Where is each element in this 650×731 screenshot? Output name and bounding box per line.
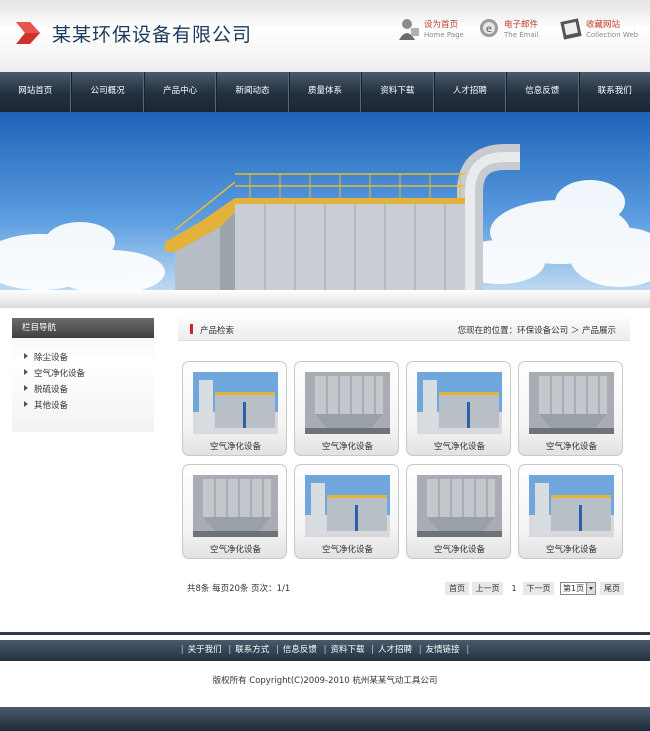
next-page-button[interactable]: 下一页 xyxy=(523,582,554,595)
footer-link-contact[interactable]: 联系方式 xyxy=(235,645,269,655)
footer-link-jobs[interactable]: 人才招聘 xyxy=(378,645,412,655)
product-name: 空气净化设备 xyxy=(209,442,261,452)
sidebar-title: 栏目导航 xyxy=(12,318,154,338)
sidebar-item-other[interactable]: 其他设备 xyxy=(24,398,154,414)
bullet-icon xyxy=(24,401,28,407)
nav-item-home[interactable]: 网站首页 xyxy=(0,72,72,112)
footer-link-about[interactable]: 关于我们 xyxy=(188,645,222,655)
header: 某某环保设备有限公司 设为首页 Home Page e 电子邮件 The Ema… xyxy=(0,0,650,72)
content-title: 产品检索 xyxy=(200,326,235,336)
product-card[interactable]: 空气净化设备 xyxy=(182,464,287,559)
product-image xyxy=(305,475,390,537)
product-card[interactable]: 空气净化设备 xyxy=(518,361,623,456)
product-image xyxy=(417,475,502,537)
product-name: 空气净化设备 xyxy=(321,545,373,555)
product-card[interactable]: 空气净化设备 xyxy=(518,464,623,559)
site-title: 某某环保设备有限公司 xyxy=(52,24,253,46)
sidebar-item-dust-removal[interactable]: 除尘设备 xyxy=(24,350,154,366)
product-card[interactable]: 空气净化设备 xyxy=(182,361,287,456)
copyright: 版权所有 Copyright(C)2009-2010 杭州某某气动工具公司 xyxy=(212,676,438,686)
product-image xyxy=(417,372,502,434)
sidebar: 栏目导航 除尘设备 空气净化设备 脱硫设备 其他设备 xyxy=(12,318,154,432)
product-name: 空气净化设备 xyxy=(433,545,485,555)
nav-item-jobs[interactable]: 人才招聘 xyxy=(433,72,507,112)
breadcrumb: 您现在的位置：环保设备公司 ＞ 产品展示 xyxy=(457,326,616,336)
page-info: 共8条 每页20条 页次：1/1 xyxy=(187,584,291,594)
product-card[interactable]: 空气净化设备 xyxy=(294,464,399,559)
product-card[interactable]: 空气净化设备 xyxy=(406,361,511,456)
sidebar-item-desulfurization[interactable]: 脱硫设备 xyxy=(24,382,154,398)
nav-item-products[interactable]: 产品中心 xyxy=(143,72,217,112)
main-nav: 网站首页 公司概况 产品中心 新闻动态 质量体系 资料下载 人才招聘 信息反馈 … xyxy=(0,72,650,112)
banner-image xyxy=(0,112,650,308)
footer-bar xyxy=(0,707,650,731)
product-name: 空气净化设备 xyxy=(209,545,261,555)
product-image xyxy=(193,372,278,434)
nav-item-contact[interactable]: 联系我们 xyxy=(578,72,650,112)
set-home-link[interactable]: 设为首页 Home Page xyxy=(398,16,468,48)
current-page[interactable]: 1 xyxy=(508,582,520,595)
product-image xyxy=(193,475,278,537)
nav-item-feedback[interactable]: 信息反馈 xyxy=(506,72,579,112)
product-name: 空气净化设备 xyxy=(321,442,373,452)
content-header: 产品检索 您现在的位置：环保设备公司 ＞ 产品展示 xyxy=(178,319,630,341)
product-name: 空气净化设备 xyxy=(433,442,485,452)
footer-divider xyxy=(0,632,650,635)
nav-item-downloads[interactable]: 资料下载 xyxy=(361,72,434,112)
bullet-icon xyxy=(24,385,28,391)
sidebar-item-air-purification[interactable]: 空气净化设备 xyxy=(24,366,154,382)
bullet-icon xyxy=(24,353,28,359)
logo-icon xyxy=(16,22,40,44)
home-page-icon xyxy=(399,19,419,40)
email-icon: e xyxy=(480,19,498,37)
footer-link-feedback[interactable]: 信息反馈 xyxy=(283,645,317,655)
bullet-icon xyxy=(24,369,28,375)
bookmark-link[interactable]: 收藏网站 Collection Web xyxy=(560,16,640,48)
product-name: 空气净化设备 xyxy=(545,442,597,452)
product-name: 空气净化设备 xyxy=(545,545,597,555)
product-image xyxy=(305,372,390,434)
nav-item-quality[interactable]: 质量体系 xyxy=(288,72,362,112)
product-image xyxy=(529,475,614,537)
footer-link-friends[interactable]: 友情链接 xyxy=(426,645,460,655)
chevron-down-icon xyxy=(586,583,595,594)
product-card[interactable]: 空气净化设备 xyxy=(294,361,399,456)
email-link[interactable]: e 电子邮件 The Email xyxy=(478,16,548,48)
bookmark-icon xyxy=(560,18,582,40)
footer-nav: | 关于我们 | 联系方式 | 信息反馈 | 资料下载 | 人才招聘 | 友情链接 | xyxy=(0,640,650,661)
nav-item-about[interactable]: 公司概况 xyxy=(71,72,144,112)
page-select[interactable]: 第1页 xyxy=(560,582,596,595)
svg-text:e: e xyxy=(486,24,492,35)
first-page-button[interactable]: 首页 xyxy=(445,582,469,595)
prev-page-button[interactable]: 上一页 xyxy=(472,582,503,595)
nav-item-news[interactable]: 新闻动态 xyxy=(216,72,289,112)
product-image xyxy=(529,372,614,434)
footer-link-downloads[interactable]: 资料下载 xyxy=(330,645,364,655)
product-card[interactable]: 空气净化设备 xyxy=(406,464,511,559)
last-page-button[interactable]: 尾页 xyxy=(600,582,624,595)
section-marker xyxy=(190,324,193,334)
